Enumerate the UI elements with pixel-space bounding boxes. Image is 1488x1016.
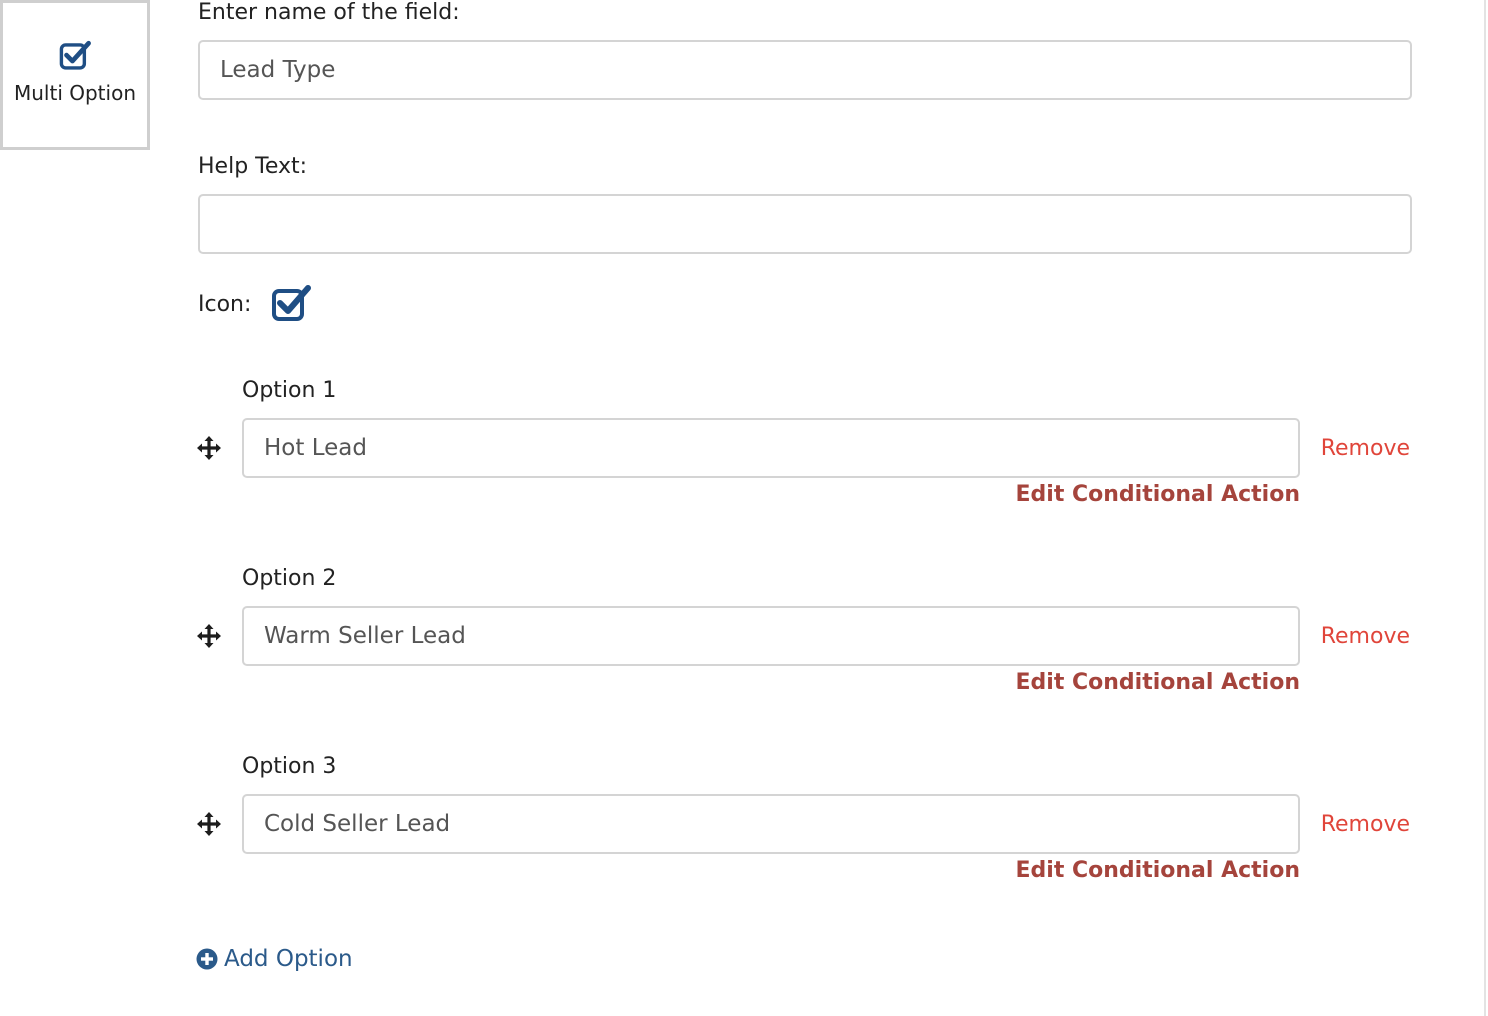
icon-label: Icon: <box>198 291 252 317</box>
option-1-input[interactable] <box>242 418 1300 478</box>
panel-divider <box>1484 0 1486 1016</box>
option-2-input[interactable] <box>242 606 1300 666</box>
field-type-label: Multi Option <box>14 81 136 105</box>
checkbox-checked-icon[interactable] <box>271 284 312 324</box>
icon-row: Icon: <box>198 284 312 324</box>
option-3-input[interactable] <box>242 794 1300 854</box>
help-text-label: Help Text: <box>198 154 308 179</box>
option-3-edit-conditional-link[interactable]: Edit Conditional Action <box>1016 858 1301 883</box>
add-option-button[interactable]: Add Option <box>196 942 353 976</box>
plus-circle-icon <box>196 948 218 970</box>
option-1-remove-link[interactable]: Remove <box>1321 436 1410 461</box>
move-icon[interactable] <box>196 811 222 837</box>
field-type-tile[interactable]: Multi Option <box>0 0 150 150</box>
option-2-edit-conditional-link[interactable]: Edit Conditional Action <box>1016 670 1301 695</box>
option-3-remove-link[interactable]: Remove <box>1321 812 1410 837</box>
help-text-input[interactable] <box>198 194 1412 254</box>
option-1-label: Option 1 <box>242 378 337 403</box>
move-icon[interactable] <box>196 435 222 461</box>
field-name-input[interactable] <box>198 40 1412 100</box>
add-option-label: Add Option <box>224 946 353 972</box>
field-editor: Multi Option Enter name of the field: He… <box>0 0 1488 1016</box>
option-1-edit-conditional-link[interactable]: Edit Conditional Action <box>1016 482 1301 507</box>
field-name-label: Enter name of the field: <box>198 0 460 25</box>
option-2-label: Option 2 <box>242 566 337 591</box>
checkbox-checked-icon <box>59 40 91 70</box>
option-2-remove-link[interactable]: Remove <box>1321 624 1410 649</box>
move-icon[interactable] <box>196 623 222 649</box>
option-3-label: Option 3 <box>242 754 337 779</box>
